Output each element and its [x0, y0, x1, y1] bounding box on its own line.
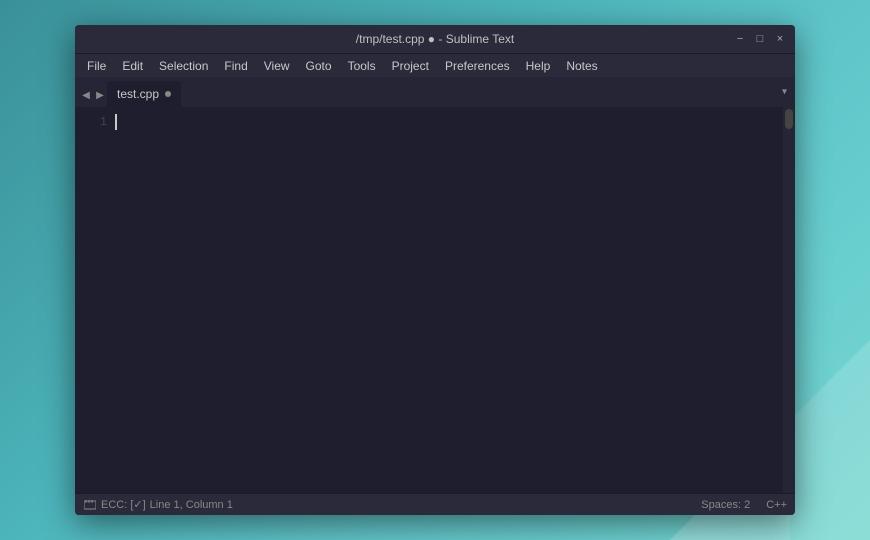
- desktop: /tmp/test.cpp ● - Sublime Text − □ × Fil…: [0, 0, 870, 540]
- menu-file[interactable]: File: [79, 57, 114, 75]
- menu-notes[interactable]: Notes: [558, 57, 605, 75]
- tab-bar: ◀ ▶ test.cpp ▾: [75, 77, 795, 107]
- tab-test-cpp[interactable]: test.cpp: [107, 81, 181, 107]
- vertical-scrollbar[interactable]: [783, 107, 795, 493]
- menu-find[interactable]: Find: [216, 57, 255, 75]
- tab-dropdown-button[interactable]: ▾: [782, 87, 787, 98]
- window-title: /tmp/test.cpp ● - Sublime Text: [356, 32, 514, 46]
- maximize-button[interactable]: □: [753, 32, 767, 46]
- syntax-setting[interactable]: C++: [766, 499, 787, 511]
- minimize-button[interactable]: −: [733, 32, 747, 46]
- menu-edit[interactable]: Edit: [114, 57, 151, 75]
- tab-nav-right[interactable]: ▶: [93, 83, 107, 107]
- menu-project[interactable]: Project: [384, 57, 437, 75]
- close-button[interactable]: ×: [773, 32, 787, 46]
- menu-preferences[interactable]: Preferences: [437, 57, 518, 75]
- menu-view[interactable]: View: [256, 57, 298, 75]
- tab-nav-left[interactable]: ◀: [79, 83, 93, 107]
- title-bar: /tmp/test.cpp ● - Sublime Text − □ ×: [75, 25, 795, 53]
- menu-tools[interactable]: Tools: [340, 57, 384, 75]
- ecc-icon: [83, 500, 97, 510]
- editor-line-1: [115, 113, 783, 131]
- editor-area[interactable]: 1: [75, 107, 795, 493]
- menu-goto[interactable]: Goto: [298, 57, 340, 75]
- status-bar: ECC: [✓] Line 1, Column 1 Spaces: 2 C++: [75, 493, 795, 515]
- cursor-position: Line 1, Column 1: [150, 499, 233, 511]
- line-number-1: 1: [75, 113, 115, 131]
- spaces-setting[interactable]: Spaces: 2: [701, 499, 750, 511]
- menu-help[interactable]: Help: [518, 57, 559, 75]
- menu-bar: File Edit Selection Find View Goto Tools…: [75, 53, 795, 77]
- window-controls: − □ ×: [733, 32, 787, 46]
- line-numbers: 1: [75, 107, 115, 493]
- ecc-status: ECC: [✓]: [101, 498, 146, 511]
- editor-content[interactable]: [115, 107, 783, 493]
- tab-label: test.cpp: [117, 87, 159, 101]
- status-right: Spaces: 2 C++: [701, 499, 787, 511]
- tab-unsaved-indicator: [165, 91, 171, 97]
- scrollbar-thumb[interactable]: [785, 109, 793, 129]
- menu-selection[interactable]: Selection: [151, 57, 216, 75]
- status-left: ECC: [✓] Line 1, Column 1: [83, 498, 701, 511]
- sublime-text-window: /tmp/test.cpp ● - Sublime Text − □ × Fil…: [75, 25, 795, 515]
- text-cursor: [115, 114, 117, 130]
